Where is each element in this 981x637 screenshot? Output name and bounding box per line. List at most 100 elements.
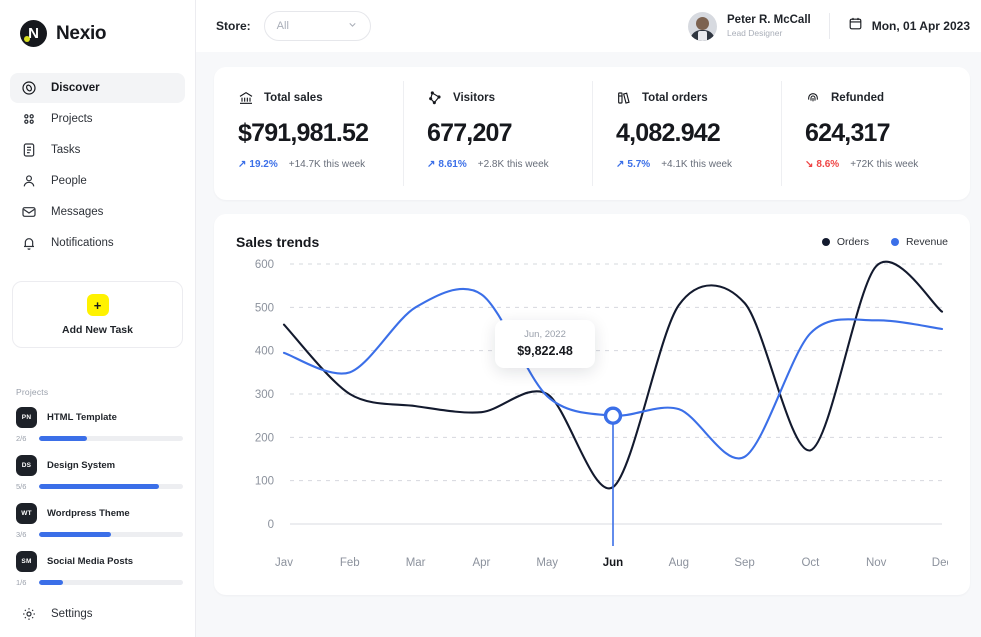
sidebar-item-label: People [51, 175, 87, 187]
tooltip-value: $9,822.48 [495, 344, 595, 358]
kpi-card-row: Total sales $791,981.52 ↗ 19.2% +14.7K t… [214, 67, 970, 200]
user-info[interactable]: Peter R. McCall Lead Designer [727, 13, 811, 38]
plus-glyph: + [94, 299, 102, 312]
svg-text:Jun: Jun [603, 557, 623, 569]
svg-text:Apr: Apr [472, 557, 490, 569]
project-item[interactable]: DS Design System 5/6 [16, 455, 183, 491]
svg-text:100: 100 [255, 476, 274, 488]
kpi-value: $791,981.52 [238, 119, 403, 148]
kpi-value: 624,317 [805, 119, 970, 148]
project-progress-fraction: 1/6 [16, 578, 32, 587]
sidebar-item-projects[interactable]: Projects [10, 104, 185, 134]
sidebar-item-tasks[interactable]: Tasks [10, 135, 185, 165]
legend-item-orders[interactable]: Orders [822, 236, 869, 248]
sales-trends-card: Sales trends Orders Revenue 01002003004 [214, 214, 970, 595]
project-item[interactable]: PN HTML Template 2/6 [16, 407, 183, 443]
project-progress-bar [39, 484, 183, 489]
project-progress-fill [39, 484, 159, 489]
project-progress-bar [39, 532, 183, 537]
project-progress-fill [39, 532, 111, 537]
sidebar-item-messages[interactable]: Messages [10, 197, 185, 227]
kpi-value: 677,207 [427, 119, 592, 148]
bank-icon [238, 90, 254, 106]
svg-text:Oct: Oct [801, 557, 820, 569]
chart-header: Sales trends Orders Revenue [236, 234, 948, 250]
sidebar-item-people[interactable]: People [10, 166, 185, 196]
dashboard-root: N Nexio Discover Projects [0, 0, 981, 637]
add-new-task-button[interactable]: + Add New Task [12, 281, 183, 348]
trend-up-icon: ↗ [427, 159, 435, 170]
project-item[interactable]: WT Wordpress Theme 3/6 [16, 503, 183, 539]
sidebar-item-notifications[interactable]: Notifications [10, 228, 185, 258]
kpi-note: +2.8K this week [478, 159, 549, 170]
store-select-value: All [277, 20, 347, 32]
brand-logo[interactable]: N Nexio [0, 0, 195, 63]
svg-text:Jav: Jav [275, 557, 293, 569]
kpi-card-visitors[interactable]: Visitors 677,207 ↗ 8.61% +2.8K this week [403, 67, 592, 200]
topbar-divider [829, 13, 830, 39]
kpi-title: Refunded [831, 92, 884, 104]
avatar[interactable] [688, 12, 717, 41]
person-icon [21, 173, 37, 189]
kpi-note: +4.1K this week [661, 159, 732, 170]
project-name: Social Media Posts [47, 556, 133, 567]
sidebar-item-discover[interactable]: Discover [10, 73, 185, 103]
topbar: Store: All Peter R. McCall Lead Designer [196, 0, 981, 52]
svg-text:600: 600 [255, 259, 274, 271]
kpi-delta-value: 8.6% [816, 159, 839, 170]
project-badge: SM [16, 551, 37, 572]
tooltip-label: Jun, 2022 [495, 329, 595, 340]
line-chart: 0100200300400500600JavFebMarAprMayJunAug… [236, 256, 948, 576]
brand-name: Nexio [56, 23, 106, 45]
store-filter-label: Store: [216, 19, 251, 33]
chart-plot[interactable]: 0100200300400500600JavFebMarAprMayJunAug… [236, 256, 948, 576]
svg-text:Aug: Aug [669, 557, 689, 569]
kpi-card-refunded[interactable]: Refunded 624,317 ↘ 8.6% +72K this week [781, 67, 970, 200]
sidebar-nav: Discover Projects Tasks People [0, 63, 195, 259]
svg-text:Feb: Feb [340, 557, 360, 569]
kpi-title: Visitors [453, 92, 495, 104]
chart-tooltip: Jun, 2022 $9,822.48 [495, 320, 595, 368]
date-display[interactable]: Mon, 01 Apr 2023 [848, 16, 970, 36]
sidebar: N Nexio Discover Projects [0, 0, 196, 637]
chart-title: Sales trends [236, 234, 319, 250]
project-item[interactable]: SM Social Media Posts 1/6 [16, 551, 183, 587]
legend-item-revenue[interactable]: Revenue [891, 236, 948, 248]
svg-text:300: 300 [255, 389, 274, 401]
current-date: Mon, 01 Apr 2023 [872, 19, 970, 33]
sidebar-item-label: Discover [51, 82, 100, 94]
user-name: Peter R. McCall [727, 13, 811, 27]
kpi-delta-value: 8.61% [438, 159, 466, 170]
svg-text:500: 500 [255, 302, 274, 314]
sidebar-item-label: Projects [51, 113, 93, 125]
store-select[interactable]: All [264, 11, 371, 41]
project-progress-fill [39, 436, 87, 441]
sidebar-item-settings[interactable]: Settings [10, 599, 185, 629]
logo-mark: N [20, 20, 47, 47]
kpi-value: 4,082.942 [616, 119, 781, 148]
grid-icon [21, 111, 37, 127]
svg-text:May: May [536, 557, 558, 569]
compass-icon [21, 80, 37, 96]
trend-down-icon: ↘ [805, 159, 813, 170]
legend-dot-revenue [891, 238, 899, 246]
kpi-title: Total sales [264, 92, 323, 104]
kpi-note: +72K this week [850, 159, 918, 170]
kpi-card-total-orders[interactable]: Total orders 4,082.942 ↗ 5.7% +4.1K this… [592, 67, 781, 200]
project-progress-fraction: 2/6 [16, 434, 32, 443]
project-progress-fraction: 5/6 [16, 482, 32, 491]
calendar-icon [848, 16, 863, 36]
sidebar-item-label: Tasks [51, 144, 80, 156]
project-badge: WT [16, 503, 37, 524]
svg-text:Sep: Sep [734, 557, 754, 569]
main-area: Store: All Peter R. McCall Lead Designer [196, 0, 981, 637]
logo-accent-dot [24, 36, 30, 42]
kpi-card-total-sales[interactable]: Total sales $791,981.52 ↗ 19.2% +14.7K t… [214, 67, 403, 200]
user-role: Lead Designer [727, 28, 811, 39]
projects-section: Projects PN HTML Template 2/6 DS Design … [0, 372, 195, 599]
svg-text:400: 400 [255, 346, 274, 358]
project-badge: DS [16, 455, 37, 476]
add-task-label: Add New Task [13, 324, 182, 336]
fingerprint-icon [805, 90, 821, 106]
chevron-down-icon [347, 17, 358, 35]
